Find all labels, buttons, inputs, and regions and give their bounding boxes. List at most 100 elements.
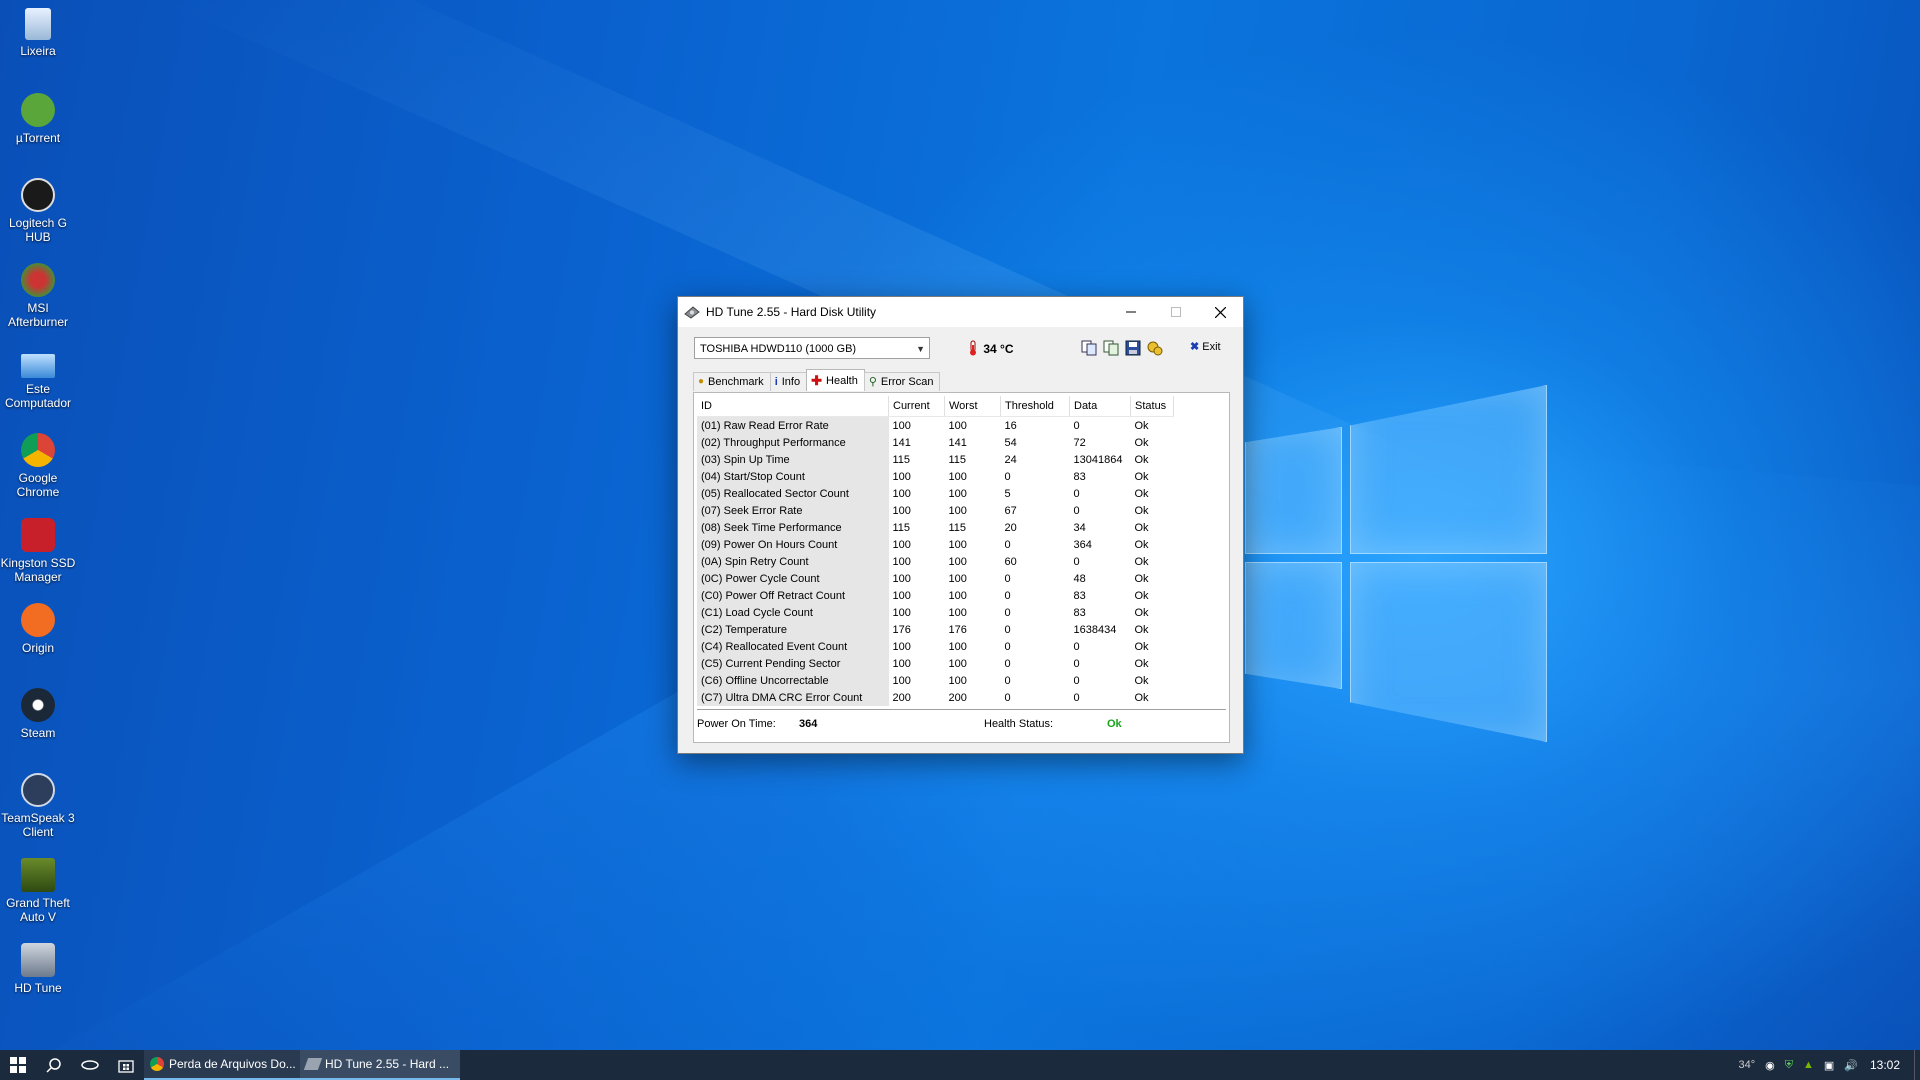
desktop-icon-utorrent[interactable]: µTorrent bbox=[0, 93, 76, 145]
desktop-icon-this-pc[interactable]: Este Computador bbox=[0, 348, 76, 410]
window-title: HD Tune 2.55 - Hard Disk Utility bbox=[706, 305, 877, 319]
desktop-icon-teamspeak[interactable]: TeamSpeak 3 Client bbox=[0, 773, 76, 839]
task-view-button[interactable] bbox=[72, 1050, 108, 1080]
cell-id: (02) Throughput Performance bbox=[697, 434, 889, 451]
table-row[interactable]: (C6) Offline Uncorrectable 100 100 0 0 Ok bbox=[697, 672, 1174, 689]
drive-select[interactable]: TOSHIBA HDWD110 (1000 GB) ▼ bbox=[694, 337, 930, 359]
desktop-icon-origin[interactable]: Origin bbox=[0, 603, 76, 655]
start-button[interactable] bbox=[0, 1050, 36, 1080]
volume-icon[interactable]: 🔊 bbox=[1844, 1059, 1858, 1072]
table-header-row: ID Current Worst Threshold Data Status bbox=[697, 396, 1174, 417]
table-row[interactable]: (03) Spin Up Time 115 115 24 13041864 Ok bbox=[697, 451, 1174, 468]
table-row[interactable]: (C2) Temperature 176 176 0 1638434 Ok bbox=[697, 621, 1174, 638]
column-header-data[interactable]: Data bbox=[1069, 396, 1131, 417]
toolbar: TOSHIBA HDWD110 (1000 GB) ▼ 34 °C ✖ Exit bbox=[694, 337, 1227, 361]
column-header-id[interactable]: ID bbox=[697, 396, 889, 417]
cell-current: 100 bbox=[892, 606, 911, 619]
cell-threshold: 0 bbox=[1004, 657, 1011, 670]
store-button[interactable] bbox=[108, 1050, 144, 1080]
table-row[interactable]: (C1) Load Cycle Count 100 100 0 83 Ok bbox=[697, 604, 1174, 621]
shield-tray-icon[interactable]: ⛨ bbox=[1785, 1059, 1793, 1072]
table-row[interactable]: (C7) Ultra DMA CRC Error Count 200 200 0 0 Ok bbox=[697, 689, 1174, 706]
taskbar-app-chrome[interactable]: Perda de Arquivos Do... bbox=[144, 1050, 300, 1080]
cell-worst: 100 bbox=[948, 572, 967, 585]
cell-data: 0 bbox=[1073, 504, 1080, 517]
table-row[interactable]: (08) Seek Time Performance 115 115 20 34 Ok bbox=[697, 519, 1174, 536]
options-icon[interactable] bbox=[1146, 339, 1164, 357]
column-header-status[interactable]: Status bbox=[1130, 396, 1174, 417]
taskbar: Perda de Arquivos Do... HD Tune 2.55 - H… bbox=[0, 1050, 1920, 1080]
close-x-icon: ✖ bbox=[1190, 341, 1200, 353]
minimize-button[interactable] bbox=[1108, 297, 1153, 327]
health-status-label: Health Status: bbox=[984, 718, 1054, 730]
desktop-icon-google-chrome[interactable]: Google Chrome bbox=[0, 433, 76, 499]
system-tray: 34° ◉ ⛨ ▲ ▣ 🔊 13:02 bbox=[1738, 1050, 1920, 1080]
clock[interactable]: 13:02 bbox=[1870, 1058, 1900, 1072]
copy-text-icon[interactable] bbox=[1080, 339, 1098, 357]
cell-current: 100 bbox=[892, 538, 911, 551]
save-icon[interactable] bbox=[1124, 339, 1142, 357]
desktop-icon-steam[interactable]: Steam bbox=[0, 688, 76, 740]
column-header-current[interactable]: Current bbox=[888, 396, 945, 417]
title-bar[interactable]: HD Tune 2.55 - Hard Disk Utility bbox=[678, 297, 1243, 327]
exit-button[interactable]: ✖ Exit bbox=[1190, 340, 1221, 353]
table-row[interactable]: (02) Throughput Performance 141 141 54 72 Ok bbox=[697, 434, 1174, 451]
windows-start-icon bbox=[10, 1057, 26, 1073]
cell-data: 72 bbox=[1073, 436, 1086, 449]
cell-id: (0C) Power Cycle Count bbox=[697, 570, 889, 587]
smart-table: ID Current Worst Threshold Data Status (… bbox=[697, 396, 1174, 706]
table-row[interactable]: (0C) Power Cycle Count 100 100 0 48 Ok bbox=[697, 570, 1174, 587]
cell-current: 100 bbox=[892, 674, 911, 687]
table-row[interactable]: (07) Seek Error Rate 100 100 67 0 Ok bbox=[697, 502, 1174, 519]
table-row[interactable]: (09) Power On Hours Count 100 100 0 364 Ok bbox=[697, 536, 1174, 553]
hd-tune-icon bbox=[303, 1058, 323, 1070]
cell-id: (C1) Load Cycle Count bbox=[697, 604, 889, 621]
table-row[interactable]: (C0) Power Off Retract Count 100 100 0 83 Ok bbox=[697, 587, 1174, 604]
tab-info[interactable]: i Info bbox=[769, 372, 808, 391]
table-row[interactable]: (05) Reallocated Sector Count 100 100 5 0 Ok bbox=[697, 485, 1174, 502]
maximize-icon bbox=[1170, 307, 1181, 317]
close-icon bbox=[1215, 306, 1226, 318]
desktop-icon-recycle-bin[interactable]: Lixeira bbox=[0, 8, 76, 58]
logitech-tray-icon[interactable]: ◉ bbox=[1765, 1059, 1775, 1072]
cell-data: 83 bbox=[1073, 470, 1086, 483]
desktop-icon-kingston-ssd-manager[interactable]: Kingston SSD Manager bbox=[0, 518, 76, 584]
cell-status: Ok bbox=[1134, 623, 1149, 636]
cell-data: 83 bbox=[1073, 589, 1086, 602]
desktop-icon-hd-tune[interactable]: HD Tune bbox=[0, 943, 76, 995]
cell-worst: 100 bbox=[948, 538, 967, 551]
network-icon[interactable]: ▣ bbox=[1824, 1059, 1834, 1072]
column-header-threshold[interactable]: Threshold bbox=[1000, 396, 1070, 417]
steam-icon bbox=[21, 688, 55, 722]
cell-data: 13041864 bbox=[1073, 453, 1123, 466]
nvidia-tray-icon[interactable]: ▲ bbox=[1803, 1059, 1814, 1071]
table-row[interactable]: (04) Start/Stop Count 100 100 0 83 Ok bbox=[697, 468, 1174, 485]
table-row[interactable]: (01) Raw Read Error Rate 100 100 16 0 Ok bbox=[697, 416, 1174, 434]
table-row[interactable]: (C4) Reallocated Event Count 100 100 0 0 Ok bbox=[697, 638, 1174, 655]
desktop-icon-logitech-g-hub[interactable]: Logitech G HUB bbox=[0, 178, 76, 244]
hd-tune-app-icon bbox=[684, 306, 700, 319]
maximize-button[interactable] bbox=[1153, 297, 1198, 327]
taskbar-app-hd-tune[interactable]: HD Tune 2.55 - Hard ... bbox=[300, 1050, 460, 1080]
tab-health[interactable]: ✚ Health bbox=[806, 369, 865, 391]
search-button[interactable] bbox=[36, 1050, 72, 1080]
cell-current: 176 bbox=[892, 623, 911, 636]
tab-error-scan[interactable]: ⚲ Error Scan bbox=[863, 372, 941, 391]
desktop-icon-msi-afterburner[interactable]: MSI Afterburner bbox=[0, 263, 76, 329]
cell-threshold: 0 bbox=[1004, 674, 1011, 687]
chrome-icon bbox=[150, 1057, 164, 1071]
close-button[interactable] bbox=[1198, 297, 1243, 327]
tray-temperature[interactable]: 34° bbox=[1738, 1059, 1755, 1071]
tab-benchmark[interactable]: ● Benchmark bbox=[693, 372, 771, 391]
desktop-icon-gta-v[interactable]: Grand Theft Auto V bbox=[0, 858, 76, 924]
cell-current: 100 bbox=[892, 504, 911, 517]
cell-threshold: 0 bbox=[1004, 640, 1011, 653]
recycle-bin-icon bbox=[25, 8, 51, 40]
column-header-worst[interactable]: Worst bbox=[944, 396, 1001, 417]
table-row[interactable]: (C5) Current Pending Sector 100 100 0 0 Ok bbox=[697, 655, 1174, 672]
show-desktop-button[interactable] bbox=[1914, 1050, 1920, 1080]
chevron-down-icon: ▼ bbox=[916, 344, 925, 354]
cell-data: 83 bbox=[1073, 606, 1086, 619]
copy-screenshot-icon[interactable] bbox=[1102, 339, 1120, 357]
table-row[interactable]: (0A) Spin Retry Count 100 100 60 0 Ok bbox=[697, 553, 1174, 570]
